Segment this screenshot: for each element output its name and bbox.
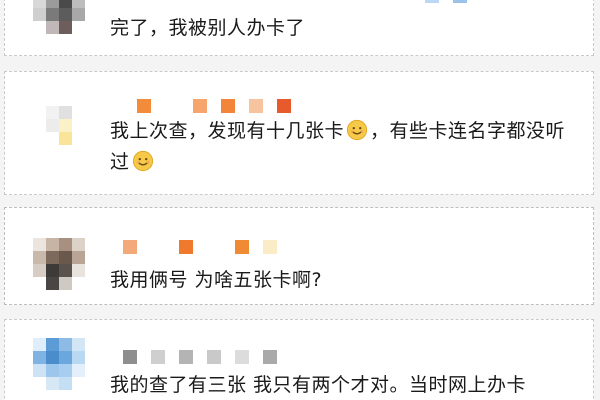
comment-card: 我用俩号 为啥五张卡啊? [4,207,594,305]
username-blurred[interactable] [425,0,481,3]
smiling-face-icon [132,150,153,172]
avatar[interactable] [33,106,85,158]
avatar[interactable] [33,338,85,390]
comment-feed: 完了，我被别人办卡了 我上次查，发现有十几张卡 ，有些卡连名字都没听过 我用俩号… [0,0,600,400]
comment-text: 我上次查，发现有十几张卡 ，有些卡连名字都没听过 [110,116,580,178]
comment-card: 完了，我被别人办卡了 [4,0,594,56]
comment-card: 我的查了有三张 我只有两个才对。当时网上办卡 [4,319,594,400]
comment-text: 我用俩号 为啥五张卡啊? [110,269,323,291]
username-blurred[interactable] [137,99,305,113]
comment-text: 完了，我被别人办卡了 [110,17,306,39]
username-blurred[interactable] [123,350,291,364]
avatar[interactable] [33,238,85,290]
comment-text: 我的查了有三张 我只有两个才对。当时网上办卡 [110,374,527,396]
comment-text-part: 我上次查，发现有十几张卡 [110,120,345,142]
smiling-face-icon [346,119,368,141]
username-blurred[interactable] [123,240,291,254]
comment-card: 我上次查，发现有十几张卡 ，有些卡连名字都没听过 [4,71,594,195]
avatar[interactable] [33,0,85,47]
